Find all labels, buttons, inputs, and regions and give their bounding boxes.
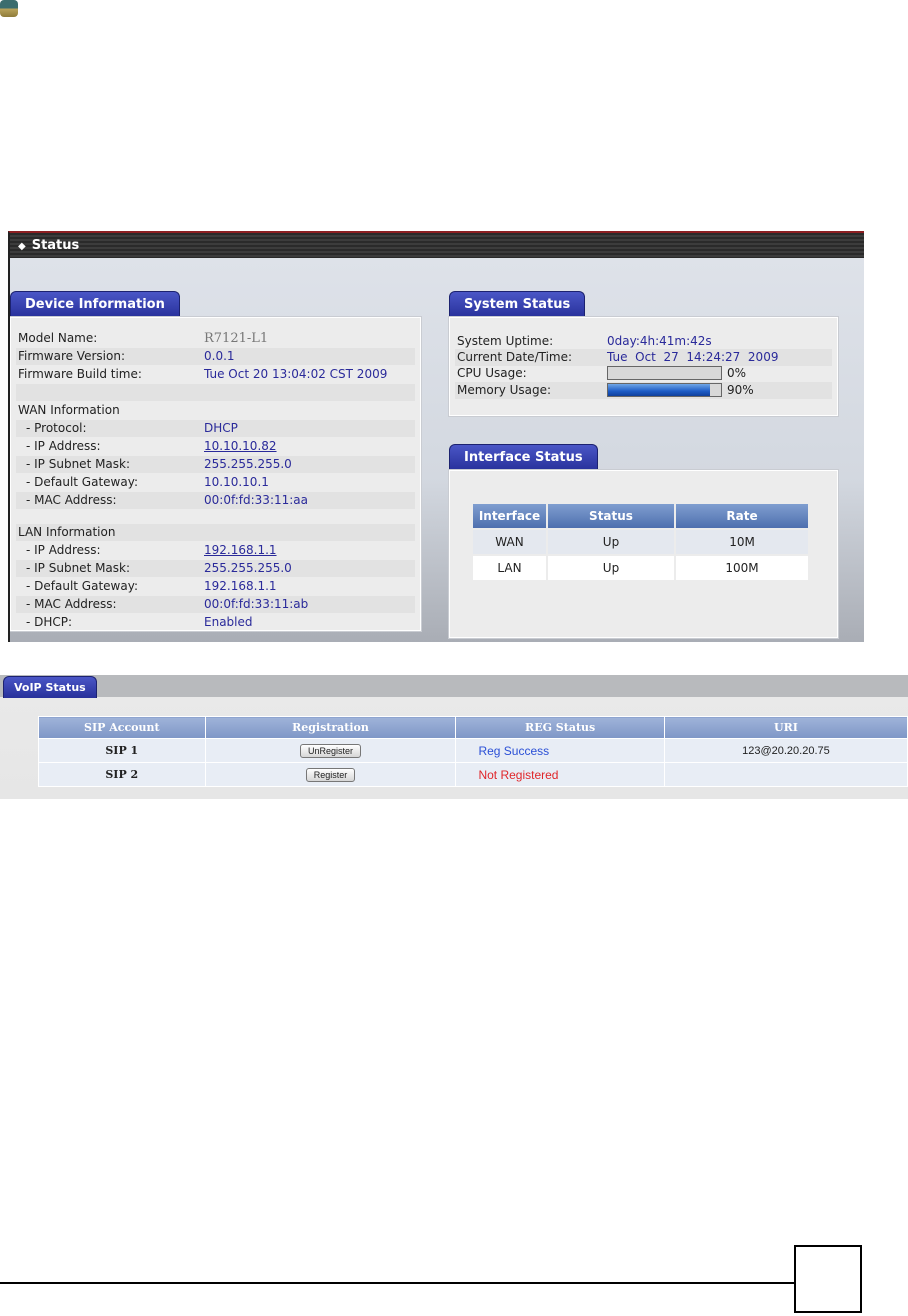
table-cell: Up (548, 556, 674, 580)
sip-account: SIP 2 (38, 762, 206, 787)
interface-header: Rate (676, 504, 808, 528)
sip-uri: 123@20.20.20.75 (663, 738, 908, 763)
lan-heading: LAN Information (16, 524, 415, 541)
lan-ip-link[interactable]: 192.168.1.1 (204, 542, 277, 559)
table-cell: WAN (473, 530, 546, 554)
interface-status-panel: Interface Status Rate WAN Up 10M LAN Up … (449, 470, 838, 638)
voip-header: SIP Account (38, 716, 206, 739)
voip-header: Registration (204, 716, 457, 739)
kv-row: - IP Subnet Mask: 255.255.255.0 (16, 560, 415, 577)
sip-account: SIP 1 (38, 738, 206, 763)
kv-row: - DHCP: Enabled (26, 615, 253, 629)
kv-row: Firmware Build time: Tue Oct 20 13:04:02 … (18, 367, 388, 381)
kv-row: Memory Usage: 90% (455, 382, 832, 399)
kv-row: - IP Subnet Mask: 255.255.255.0 (16, 456, 415, 473)
wan-ip-link[interactable]: 10.10.10.82 (204, 438, 277, 455)
memory-usage-text: 90% (727, 383, 754, 397)
cpu-usage-bar (607, 366, 722, 380)
voip-status-page: VoIP Status SIP Account Registration REG… (0, 675, 908, 799)
kv-row: System Uptime: 0day:4h:41m:42s (457, 334, 712, 348)
table-row: WAN Up 10M (473, 530, 808, 554)
kv-row: CPU Usage: 0% (457, 366, 747, 380)
interface-table: Interface Status Rate WAN Up 10M LAN Up … (471, 502, 810, 582)
sip-uri (663, 762, 908, 787)
interface-header: Interface (473, 504, 546, 528)
footer-rule (0, 1282, 797, 1284)
kv-row: Current Date/Time: Tue Oct 27 14:24:27 20… (455, 349, 832, 366)
reg-status: Reg Success (455, 738, 665, 763)
status-page: ◆ Status Device Information Model Name: R7… (8, 231, 864, 642)
page-number-box (794, 1245, 862, 1313)
memory-usage-bar (607, 383, 722, 397)
system-status-panel: System Uptime: 0day:4h:41m:42s Current Da… (449, 317, 838, 416)
table-cell: 100M (676, 556, 808, 580)
table-row: SIP 2 Register Not Registered (38, 762, 908, 787)
table-cell: 10M (676, 530, 808, 554)
table-row: SIP 1 UnRegister Reg Success 123@20.20.2… (38, 738, 908, 763)
tab-interface-status[interactable]: Interface Status (449, 444, 598, 471)
kv-row: - MAC Address: 00:0f:fd:33:11:ab (16, 596, 415, 613)
kv-row: - Default Gateway: 10.10.10.1 (26, 475, 269, 489)
tab-device-information[interactable]: Device Information (10, 291, 180, 318)
corner-logo-icon (0, 0, 18, 17)
kv-row: Model Name: R7121-L1 (18, 331, 269, 346)
tab-voip-status[interactable]: VoIP Status (3, 676, 97, 698)
kv-row: - IP Address: 10.10.10.82 (26, 438, 277, 455)
wan-heading: WAN Information (18, 403, 120, 417)
spacer-row (16, 384, 415, 401)
kv-row: Firmware Version: 0.0.1 (16, 348, 415, 365)
cpu-usage-text: 0% (727, 366, 747, 380)
device-information-panel: Model Name: R7121-L1 Firmware Version: 0.0… (10, 317, 421, 631)
register-button[interactable]: Register (305, 767, 356, 782)
table-row: LAN Up 100M (473, 556, 808, 580)
table-cell: Up (548, 530, 674, 554)
kv-row: - MAC Address: 00:0f:fd:33:11:aa (16, 492, 415, 509)
tab-system-status[interactable]: System Status (449, 291, 586, 318)
reg-status: Not Registered (455, 762, 665, 787)
interface-header: Status (548, 504, 674, 528)
voip-header: REG Status (455, 716, 665, 739)
status-title: Status (31, 238, 80, 253)
kv-row: - Default Gateway: 192.168.1.1 (26, 579, 277, 593)
status-title-bar: ◆ Status (10, 233, 864, 258)
registration-cell: UnRegister (204, 738, 457, 763)
voip-table: SIP Account Registration REG Status URI … (38, 716, 908, 787)
kv-row: - IP Address: 192.168.1.1 (26, 542, 277, 559)
kv-row: - Protocol: DHCP (16, 420, 415, 437)
memory-usage-fill (608, 384, 710, 396)
table-cell: LAN (473, 556, 546, 580)
diamond-icon: ◆ (18, 241, 26, 252)
unregister-button[interactable]: UnRegister (299, 743, 362, 758)
registration-cell: Register (204, 762, 457, 787)
voip-header: URI (663, 716, 908, 739)
